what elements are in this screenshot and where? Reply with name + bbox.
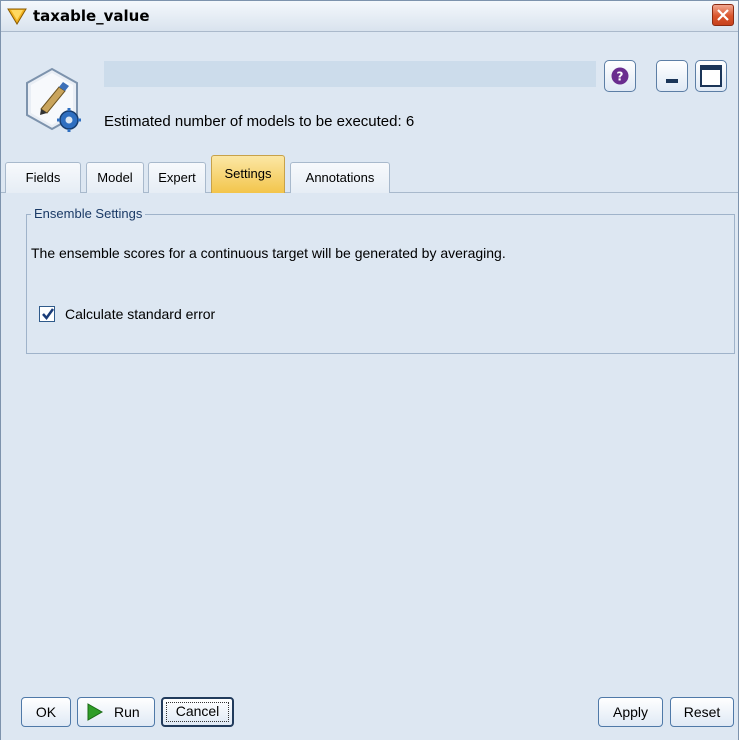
close-icon: [717, 9, 729, 21]
maximize-icon: [700, 65, 722, 87]
svg-text:?: ?: [617, 70, 624, 84]
node-diamond-icon: [7, 6, 27, 26]
cancel-button-label: Cancel: [175, 703, 220, 719]
dialog-header: ? Estimated number of models to be execu…: [1, 32, 738, 152]
models-estimate-text: Estimated number of models to be execute…: [104, 113, 415, 130]
title-bar[interactable]: taxable_value: [1, 1, 738, 32]
close-button[interactable]: [712, 4, 734, 26]
reset-button[interactable]: Reset: [670, 697, 734, 727]
ok-button[interactable]: OK: [21, 697, 71, 727]
maximize-button[interactable]: [695, 60, 727, 92]
tab-model[interactable]: Model: [86, 162, 144, 193]
settings-panel: Ensemble Settings The ensemble scores fo…: [1, 193, 738, 693]
tab-fields[interactable]: Fields: [5, 162, 81, 193]
help-button[interactable]: ?: [604, 60, 636, 92]
ok-button-label: OK: [35, 704, 57, 720]
dialog-footer: OK Run Cancel Apply Reset: [1, 693, 738, 740]
minimize-button[interactable]: [656, 60, 688, 92]
run-button[interactable]: Run: [77, 697, 155, 727]
minimize-icon: [666, 79, 678, 83]
help-icon: ?: [611, 67, 629, 85]
tab-expert[interactable]: Expert: [148, 162, 206, 193]
play-icon: [87, 703, 104, 721]
run-button-label: Run: [114, 704, 140, 720]
checkmark-icon: [42, 308, 55, 321]
ensemble-settings-group: [26, 214, 735, 354]
window-title: taxable_value: [33, 7, 150, 25]
tab-settings[interactable]: Settings: [211, 155, 285, 193]
calc-std-error-label[interactable]: Calculate standard error: [65, 306, 215, 322]
calc-std-error-checkbox[interactable]: [39, 306, 55, 322]
apply-button[interactable]: Apply: [598, 697, 663, 727]
ensemble-settings-title: Ensemble Settings: [31, 206, 146, 221]
node-name-input[interactable]: [104, 61, 596, 87]
ensemble-description: The ensemble scores for a continuous tar…: [31, 245, 506, 261]
reset-button-label: Reset: [683, 704, 721, 720]
tab-bar: Fields Model Expert Settings Annotations: [1, 152, 738, 193]
dialog-window: taxable_value ? Estimated number of mode…: [0, 0, 739, 740]
cancel-button[interactable]: Cancel: [161, 697, 234, 727]
apply-button-label: Apply: [612, 704, 649, 720]
model-node-icon: [19, 65, 85, 137]
tab-annotations[interactable]: Annotations: [290, 162, 390, 193]
